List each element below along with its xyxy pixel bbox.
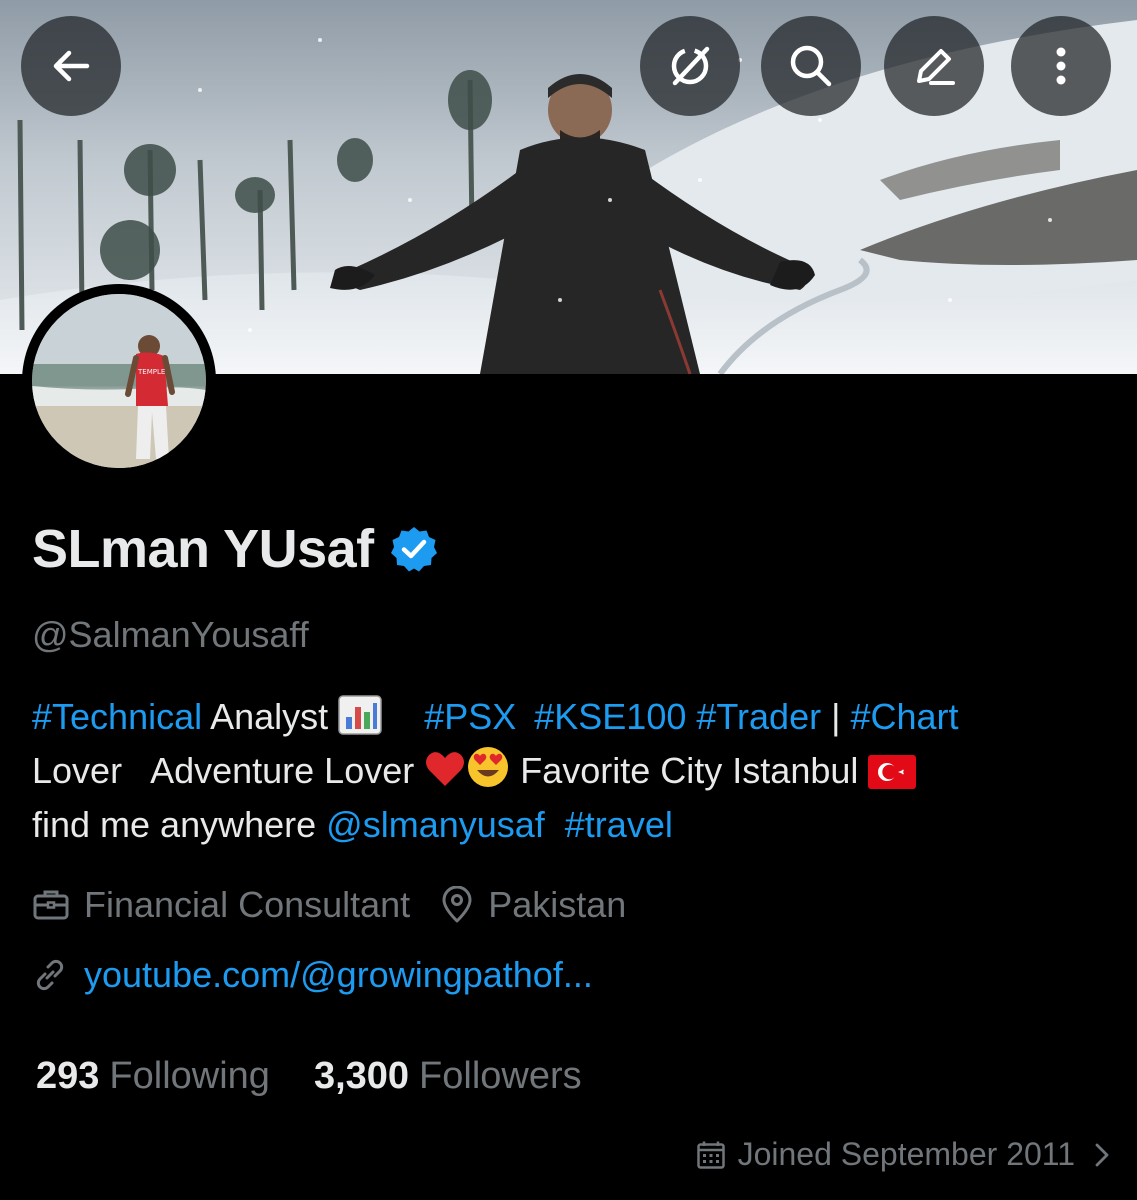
bio-text-analyst: Analyst bbox=[202, 696, 339, 737]
profile-meta: Financial Consultant Pakistan bbox=[32, 884, 626, 926]
following-count: 293 bbox=[36, 1055, 100, 1097]
bio-line-2: Lover Adventure Lover Favorite City Ista… bbox=[32, 744, 1122, 798]
follow-stats: 293 Following 3,300 Followers bbox=[36, 1055, 582, 1098]
mention-slmanyusaf[interactable]: @slmanyusaf bbox=[326, 804, 545, 845]
red-heart-emoji-icon bbox=[426, 752, 465, 786]
edit-icon bbox=[917, 49, 955, 85]
bio-line-1: #Technical Analyst #PSX #KSE100 #Trader | … bbox=[32, 690, 1122, 744]
profession: Financial Consultant bbox=[84, 884, 411, 925]
profile-url-link[interactable]: youtube.com/@growingpathof... bbox=[84, 954, 593, 996]
turkey-flag-emoji-icon bbox=[868, 755, 917, 789]
location-pin-icon bbox=[440, 886, 474, 924]
heart-eyes-emoji-icon bbox=[468, 747, 509, 787]
link-icon bbox=[32, 957, 68, 993]
followers-label: Followers bbox=[419, 1055, 582, 1097]
bio: #Technical Analyst #PSX #KSE100 #Trader | … bbox=[32, 690, 1122, 852]
hashtag-psx[interactable]: #PSX bbox=[424, 696, 516, 737]
search-icon bbox=[790, 45, 832, 87]
back-button[interactable] bbox=[21, 16, 121, 116]
hashtag-technical[interactable]: #Technical bbox=[32, 696, 202, 737]
following-stat[interactable]: 293 Following bbox=[36, 1055, 270, 1098]
verified-badge-icon[interactable] bbox=[390, 525, 438, 573]
following-label: Following bbox=[109, 1055, 270, 1097]
followers-count: 3,300 bbox=[313, 1055, 410, 1097]
calendar-icon bbox=[696, 1140, 726, 1170]
followers-stat[interactable]: 3,300 Followers bbox=[314, 1055, 582, 1098]
more-vertical-icon bbox=[1056, 47, 1066, 85]
bio-text-city: Favorite City Istanbul bbox=[510, 750, 869, 791]
grok-icon bbox=[671, 46, 710, 86]
hashtag-chart[interactable]: #Chart bbox=[850, 696, 958, 737]
chevron-right-icon bbox=[1093, 1142, 1111, 1168]
edit-button[interactable] bbox=[884, 16, 984, 116]
more-button[interactable] bbox=[1011, 16, 1111, 116]
display-name: SLman YUsaf bbox=[32, 519, 374, 579]
briefcase-icon bbox=[32, 886, 70, 924]
profile-avatar[interactable]: TEMPLE bbox=[22, 284, 216, 478]
profile-url-row: youtube.com/@growingpathof... bbox=[32, 954, 593, 996]
location: Pakistan bbox=[488, 884, 627, 925]
bio-separator: | bbox=[821, 696, 851, 737]
bio-text-lover: Lover Adventure Lover bbox=[32, 750, 425, 791]
bar-chart-emoji-icon bbox=[338, 695, 382, 735]
bio-text-find: find me anywhere bbox=[32, 804, 327, 845]
joined-date-row[interactable]: Joined September 2011 bbox=[696, 1136, 1111, 1173]
bio-line-3: find me anywhere @slmanyusaf #travel bbox=[32, 798, 1122, 852]
hashtag-trader[interactable]: #Trader bbox=[696, 696, 821, 737]
arrow-left-icon bbox=[53, 50, 90, 82]
hashtag-travel[interactable]: #travel bbox=[565, 804, 673, 845]
hashtag-kse100[interactable]: #KSE100 bbox=[534, 696, 686, 737]
avatar-photo: TEMPLE bbox=[32, 294, 206, 468]
handle: @SalmanYousaff bbox=[32, 614, 309, 655]
search-button[interactable] bbox=[761, 16, 861, 116]
grok-button[interactable] bbox=[640, 16, 740, 116]
name-row: SLman YUsaf bbox=[32, 518, 438, 580]
joined-date: Joined September 2011 bbox=[737, 1136, 1075, 1172]
svg-text:TEMPLE: TEMPLE bbox=[137, 368, 165, 376]
